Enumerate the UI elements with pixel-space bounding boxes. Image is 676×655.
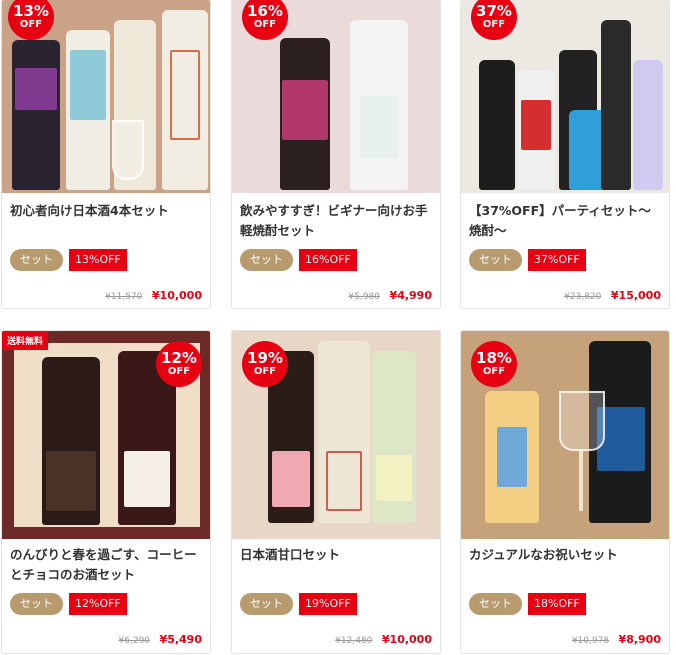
discount-badge: 18% OFF — [471, 341, 517, 387]
badge-percent: 37% — [476, 2, 512, 20]
badge-off: OFF — [167, 366, 191, 377]
product-title[interactable]: 飲みやすすぎ！ビギナー向けお手軽焼酎セット — [240, 201, 432, 241]
off-tag: 19%OFF — [299, 593, 357, 615]
set-tag: セット — [10, 593, 63, 615]
badge-off: OFF — [482, 366, 506, 377]
product-image[interactable]: 18% OFF — [461, 331, 669, 539]
off-tag: 16%OFF — [299, 249, 357, 271]
free-shipping-label: 送料無料 — [2, 331, 49, 350]
badge-percent: 18% — [476, 349, 512, 367]
product-card[interactable]: 送料無料 12% OFF のんびりと春を過ごす、コーヒーとチョコのお酒セット セ… — [1, 330, 211, 654]
discount-badge: 37% OFF — [471, 0, 517, 40]
off-tag: 18%OFF — [528, 593, 586, 615]
discount-badge: 16% OFF — [242, 0, 288, 40]
badge-off: OFF — [482, 19, 506, 30]
sale-price: ¥4,990 — [389, 289, 432, 302]
product-title[interactable]: 【37%OFF】パーティセット〜焼酎〜 — [469, 201, 661, 241]
set-tag: セット — [240, 593, 293, 615]
original-price: ¥10,978 — [571, 636, 610, 646]
product-card[interactable]: 18% OFF カジュアルなお祝いセット セット 18%OFF ¥10,978 … — [460, 330, 670, 654]
badge-percent: 16% — [247, 2, 283, 20]
product-card[interactable]: 16% OFF 飲みやすすぎ！ビギナー向けお手軽焼酎セット セット 16%OFF… — [231, 0, 441, 309]
product-title[interactable]: 日本酒甘口セット — [240, 545, 432, 565]
discount-badge: 12% OFF — [156, 341, 202, 387]
sale-price: ¥8,900 — [618, 633, 661, 646]
product-image[interactable]: 37% OFF — [461, 0, 669, 193]
sale-price: ¥10,000 — [381, 633, 432, 646]
original-price: ¥11,570 — [105, 292, 143, 302]
product-card[interactable]: 37% OFF 【37%OFF】パーティセット〜焼酎〜 セット 37%OFF ¥… — [460, 0, 670, 309]
badge-percent: 12% — [161, 349, 197, 367]
product-image[interactable]: 送料無料 12% OFF — [2, 331, 210, 539]
original-price: ¥6,290 — [118, 636, 151, 646]
sale-price: ¥15,000 — [610, 289, 661, 302]
badge-off: OFF — [253, 366, 277, 377]
product-image[interactable]: 19% OFF — [232, 331, 440, 539]
set-tag: セット — [240, 249, 293, 271]
badge-percent: 19% — [247, 349, 283, 367]
set-tag: セット — [469, 249, 522, 271]
badge-off: OFF — [19, 19, 43, 30]
discount-badge: 13% OFF — [8, 0, 54, 40]
discount-badge: 19% OFF — [242, 341, 288, 387]
product-image[interactable]: 16% OFF — [232, 0, 440, 193]
product-card[interactable]: 13% OFF 初心者向け日本酒4本セット セット 13%OFF ¥11,570… — [1, 0, 211, 309]
set-tag: セット — [469, 593, 522, 615]
off-tag: 13%OFF — [69, 249, 127, 271]
sale-price: ¥10,000 — [151, 289, 202, 302]
badge-off: OFF — [253, 19, 277, 30]
badge-percent: 13% — [13, 2, 49, 20]
product-title[interactable]: のんびりと春を過ごす、コーヒーとチョコのお酒セット — [10, 545, 202, 585]
product-title[interactable]: 初心者向け日本酒4本セット — [10, 201, 202, 221]
product-card[interactable]: 19% OFF 日本酒甘口セット セット 19%OFF ¥12,480 ¥10,… — [231, 330, 441, 654]
product-image[interactable]: 13% OFF — [2, 0, 210, 193]
original-price: ¥5,980 — [348, 292, 381, 302]
original-price: ¥23,820 — [564, 292, 602, 302]
sale-price: ¥5,490 — [159, 633, 202, 646]
off-tag: 12%OFF — [69, 593, 127, 615]
off-tag: 37%OFF — [528, 249, 586, 271]
original-price: ¥12,480 — [335, 636, 373, 646]
product-title[interactable]: カジュアルなお祝いセット — [469, 545, 661, 565]
set-tag: セット — [10, 249, 63, 271]
